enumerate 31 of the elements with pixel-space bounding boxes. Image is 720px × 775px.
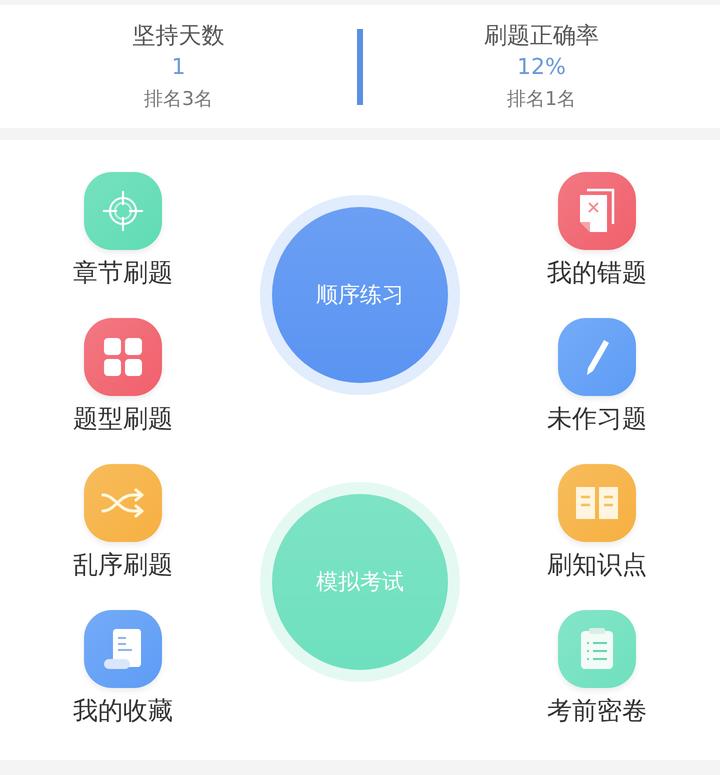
feature-label: 我的错题 bbox=[547, 258, 647, 288]
feature-label: 我的收藏 bbox=[73, 696, 173, 726]
stat-rank: 排名3名 bbox=[144, 86, 214, 112]
feature-button[interactable] bbox=[558, 172, 636, 250]
feature-button[interactable] bbox=[558, 318, 636, 396]
clipboard-icon bbox=[579, 627, 615, 671]
practice-button[interactable]: 模拟考试 bbox=[272, 494, 448, 670]
stat-label: 坚持天数 bbox=[132, 22, 224, 50]
shuffle-icon bbox=[101, 488, 145, 518]
feature-label: 章节刷题 bbox=[73, 258, 173, 288]
feature-label: 未作习题 bbox=[547, 404, 647, 434]
feature-button[interactable] bbox=[84, 318, 162, 396]
crossed-document-icon bbox=[577, 188, 617, 234]
feature-button[interactable] bbox=[84, 464, 162, 542]
stat-rank: 排名1名 bbox=[506, 86, 576, 112]
feature-button[interactable] bbox=[558, 464, 636, 542]
feature-label: 刷知识点 bbox=[547, 550, 647, 580]
feature-button[interactable] bbox=[84, 172, 162, 250]
book-icon bbox=[574, 484, 620, 522]
feature-label: 题型刷题 bbox=[73, 404, 173, 434]
grid-icon bbox=[103, 337, 143, 377]
feature-label: 乱序刷题 bbox=[73, 550, 173, 580]
stat-label: 刷题正确率 bbox=[484, 22, 599, 50]
feature-button[interactable] bbox=[558, 610, 636, 688]
target-icon bbox=[101, 189, 145, 233]
stat-value: 1 bbox=[172, 54, 186, 82]
practice-button[interactable]: 顺序练习 bbox=[272, 207, 448, 383]
feature-button[interactable] bbox=[84, 610, 162, 688]
scroll-document-icon bbox=[102, 627, 144, 671]
stat-value: 12% bbox=[517, 54, 566, 82]
feature-label: 考前密卷 bbox=[547, 696, 647, 726]
